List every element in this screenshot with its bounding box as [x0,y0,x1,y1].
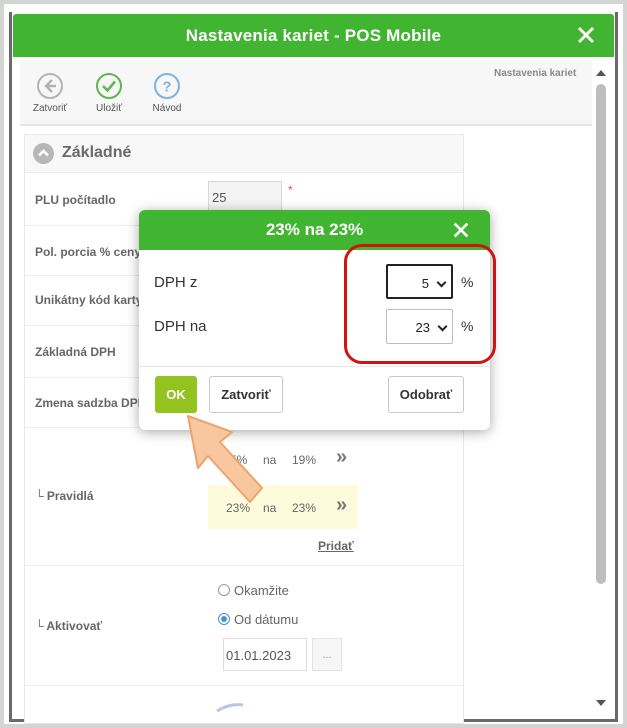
radio-date-label: Od dátumu [234,612,299,627]
activate-label: └ Aktivovať [35,619,103,633]
vat-from-label: DPH z [154,274,198,291]
date-picker-button[interactable]: ... [312,638,342,671]
vat-to-label: DPH na [154,318,207,335]
svg-text:?: ? [162,79,171,96]
save-label: Uložiť [96,103,122,114]
save-button[interactable]: Uložiť [84,72,134,114]
chevron-up-icon[interactable] [33,143,54,164]
unique-code-label: Unikátny kód karty [35,293,143,307]
help-label: Návod [152,103,182,114]
radio-date[interactable] [218,613,230,625]
divider [25,685,463,686]
date-input[interactable]: 01.01.2023 [223,638,307,671]
breadcrumb: Nastavenia kariet [494,68,577,79]
window-title: Nastavenia kariet - POS Mobile [185,26,442,45]
dialog-divider [139,366,490,367]
rules-label: └ Pravidlá [35,489,94,503]
plu-input[interactable]: 25 [208,181,282,213]
section-header[interactable]: Základné [25,135,463,173]
scroll-down-icon[interactable] [596,700,606,706]
rule-to: 23% [292,501,317,515]
plu-label: PLU počítadlo [35,193,116,207]
portion-label: Pol. porcia % ceny [35,245,142,259]
pointer-arrow-icon [187,415,263,503]
section-title: Základné [62,144,132,161]
rule-to: 19% [292,453,317,467]
highlight-annotation [344,244,496,364]
ok-button[interactable]: OK [155,376,197,413]
close-toolbar-button[interactable]: Zatvoriť [25,72,75,114]
question-icon: ? [154,73,180,99]
base-vat-label: Základná DPH [35,345,116,359]
double-chevron-icon[interactable]: » [336,494,347,517]
back-arrow-icon [37,73,63,99]
close-toolbar-label: Zatvoriť [32,103,68,114]
remove-button[interactable]: Odobrať [388,376,464,413]
checkmark-icon [96,73,122,99]
radio-now[interactable] [218,584,230,596]
window-titlebar: Nastavenia kariet - POS Mobile [13,14,614,57]
close-icon[interactable] [450,219,472,241]
required-marker: * [288,183,293,197]
scroll-up-icon[interactable] [596,70,606,76]
double-chevron-icon[interactable]: » [336,446,347,469]
close-icon[interactable] [574,23,598,47]
add-rule-link[interactable]: Pridať [318,539,354,553]
scroll-thumb[interactable] [596,84,606,584]
toggle-icon[interactable] [215,701,245,713]
divider [25,565,463,566]
vat-change-label: Zmena sadzba DPH [35,396,147,410]
help-button[interactable]: ? Návod [142,72,192,114]
dialog-title: 23% na 23% [265,220,364,239]
scrollbar[interactable] [594,66,608,710]
radio-now-label: Okamžite [234,583,289,598]
close-dialog-button[interactable]: Zatvoriť [209,376,283,413]
